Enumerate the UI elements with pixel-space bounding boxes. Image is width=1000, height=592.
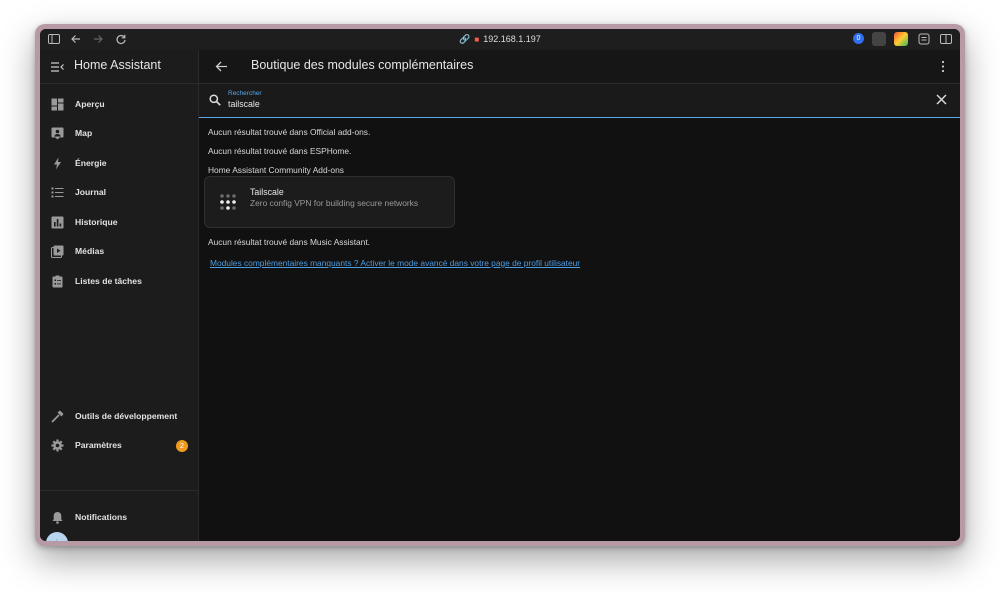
addon-card-tailscale[interactable]: Tailscale Zero config VPN for building s… [204,176,455,228]
sidebar: Home Assistant Aperçu Map Énergie Journa… [40,50,199,541]
no-results-official: Aucun résultat trouvé dans Official add-… [208,127,371,137]
sidebar-item-listes-de-taches[interactable]: Listes de tâches [40,269,198,295]
search-bar: Rechercher [199,84,960,118]
dashboard-icon [51,98,64,111]
shield-extension-icon[interactable] [872,32,886,46]
sidebar-item-label: Listes de tâches [75,276,142,286]
address-bar[interactable]: 🔗 ■ 192.168.1.197 [40,33,960,46]
address-url: 192.168.1.197 [483,34,541,44]
lightning-bolt-icon [51,157,64,170]
sidebar-item-label: Paramètres [75,440,122,450]
sidebar-item-label: Journal [75,187,107,197]
sidebar-item-medias[interactable]: Médias [40,239,198,265]
browser-viewport: 🔗 ■ 192.168.1.197 0 Home Assistant Aperç… [40,29,960,541]
main-content: Boutique des modules complémentaires Rec… [199,50,960,541]
sidebar-item-journal[interactable]: Journal [40,180,198,206]
search-label: Rechercher [228,90,262,97]
sidebar-item-label: Énergie [75,158,107,168]
tailscale-logo-icon [218,192,238,212]
sidebar-item-map[interactable]: Map [40,121,198,147]
sidebar-item-apercu[interactable]: Aperçu [40,92,198,118]
community-heading: Home Assistant Community Add-ons [208,165,344,175]
sidebar-item-outils-de-developpement[interactable]: Outils de développement [40,404,198,430]
sidebar-item-label: Historique [75,217,118,227]
sidebar-item-notifications[interactable]: Notifications [40,505,198,531]
sidebar-item-label: Outils de développement [75,411,178,421]
search-icon [209,94,221,106]
page-title: Boutique des modules complémentaires [251,58,474,72]
link-icon: 🔗 [459,34,471,44]
browser-toolbar: 🔗 ■ 192.168.1.197 0 [40,29,960,51]
sidebar-item-user[interactable]: jacques [40,535,198,541]
chart-box-icon [51,216,64,229]
sidebar-item-label: Map [75,128,93,138]
sidebar-header: Home Assistant [40,50,198,84]
overflow-menu-icon[interactable] [940,60,946,73]
list-icon [51,186,64,199]
insecure-lock-icon: ■ [474,35,480,44]
back-arrow-icon[interactable] [215,60,228,73]
close-icon[interactable] [936,94,947,105]
play-box-icon [51,245,64,258]
sidebar-divider [40,490,198,491]
no-results-music-assistant: Aucun résultat trouvé dans Music Assista… [208,237,370,247]
browser-window: 🔗 ■ 192.168.1.197 0 Home Assistant Aperç… [35,24,965,546]
settings-badge: 2 [176,440,188,452]
no-results-esphome: Aucun résultat trouvé dans ESPHome. [208,146,352,156]
sidebar-item-energie[interactable]: Énergie [40,151,198,177]
addon-card-title: Tailscale [250,187,284,197]
page-header: Boutique des modules complémentaires [199,50,960,84]
search-input[interactable] [228,99,828,109]
color-extension-icon[interactable] [894,32,908,46]
sidebar-item-historique[interactable]: Historique [40,210,198,236]
sidebar-item-label: Médias [75,246,105,256]
sidebar-item-parametres[interactable]: Paramètres 2 [40,433,198,459]
password-extension-icon[interactable]: 0 [853,33,864,44]
cog-icon [51,439,64,452]
bell-icon [51,511,64,524]
clipboard-list-icon [51,275,64,288]
sidebar-item-label: Aperçu [75,99,105,109]
split-view-icon[interactable] [940,33,952,45]
app-title: Home Assistant [74,58,161,72]
menu-collapse-icon[interactable] [51,60,64,72]
sidebar-item-label: Notifications [75,512,128,522]
hammer-icon [51,410,64,423]
map-icon [51,127,64,140]
addon-card-description: Zero config VPN for building secure netw… [250,198,419,208]
reader-mode-icon[interactable] [918,33,930,45]
advanced-mode-link[interactable]: Modules complémentaires manquants ? Acti… [210,258,580,268]
